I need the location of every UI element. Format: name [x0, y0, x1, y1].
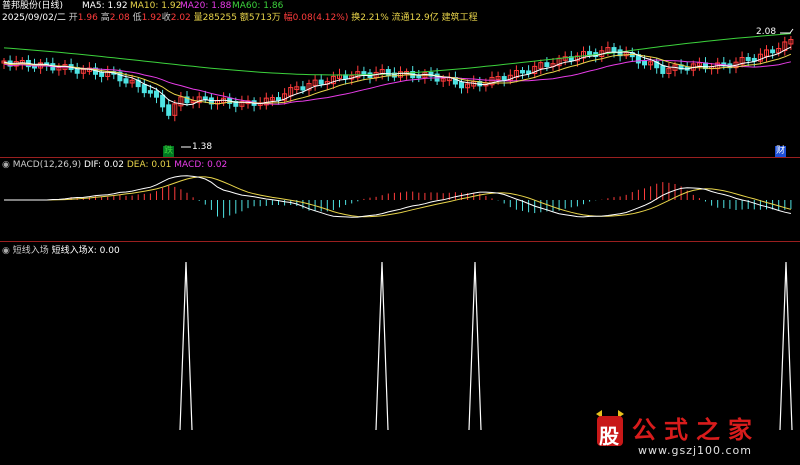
quote-date: 2025/09/02/二	[2, 13, 66, 23]
dif-readout: DIF: 0.02	[83, 160, 124, 170]
macd-readout: MACD: 0.02	[174, 160, 228, 170]
signal-header: ◉ 短线入场 短线入场X: 0.00	[2, 246, 120, 257]
chart-stage	[0, 28, 800, 431]
watermark-url: www.gszj100.com	[638, 444, 753, 457]
high-arrow	[780, 28, 794, 34]
amount-value: 额5713万	[239, 13, 281, 23]
candle-body	[141, 84, 147, 94]
candle-body	[154, 90, 159, 98]
candlestick-series	[1, 35, 794, 122]
candle-body	[147, 90, 153, 94]
ma60-readout: MA60: 1.86	[232, 1, 284, 11]
buy-tag: 跌	[163, 146, 175, 157]
dif-line	[4, 175, 792, 218]
ma10-readout: MA10: 1.92	[130, 1, 182, 11]
candle-body	[99, 71, 105, 77]
candle-body	[300, 86, 306, 91]
high-price-label: 2.08	[756, 27, 777, 37]
open-value: 1.96	[77, 13, 98, 23]
low-label: 低	[132, 13, 142, 23]
candle-body	[459, 81, 464, 89]
high-label: 高	[100, 13, 110, 23]
cai-tag: 财	[775, 146, 787, 157]
candle-body	[745, 57, 751, 61]
watermark-text: 公式之家	[632, 416, 760, 444]
candle-body	[544, 62, 550, 68]
sector-value: 建筑工程	[441, 13, 478, 23]
volume-value: 量285255	[193, 13, 238, 23]
candle-body	[520, 70, 525, 74]
candle-body	[166, 104, 172, 116]
candle-body	[660, 65, 666, 74]
macd-name: MACD(12,26,9)	[12, 160, 82, 170]
close-label: 收	[161, 13, 171, 23]
candle-body	[770, 49, 776, 54]
turnover-value: 换2.21%	[351, 13, 389, 23]
candle-body	[123, 78, 129, 84]
candle-body	[416, 75, 422, 79]
macd-histogram	[52, 182, 792, 218]
signal-name: 短线入场	[12, 246, 49, 256]
signal-readout: 短线入场X: 0.00	[51, 246, 120, 256]
open-label: 开	[68, 13, 78, 23]
macd-collapse-icon[interactable]: ◉	[2, 160, 10, 170]
close-value: 2.02	[170, 13, 191, 23]
candle-body	[611, 47, 617, 53]
high-value: 2.08	[109, 13, 130, 23]
ma5-readout: MA5: 1.92	[82, 1, 128, 11]
stock-title: 普邦股份(日线)	[2, 1, 64, 11]
candle-body	[318, 79, 324, 85]
change-value: 幅0.08(4.12%)	[283, 13, 349, 23]
dea-readout: DEA: 0.01	[126, 160, 172, 170]
candle-body	[526, 70, 532, 74]
candle-body	[587, 51, 593, 56]
candle-body	[276, 97, 281, 101]
watermark-logo-char: 股	[599, 424, 619, 448]
macd-header: ◉ MACD(12,26,9) DIF: 0.02 DEA: 0.01 MACD…	[2, 160, 227, 171]
candle-body	[642, 60, 647, 66]
candle-body	[160, 94, 166, 108]
dea-line	[4, 176, 792, 218]
quote-row: 2025/09/02/二 开1.96 高2.08 低1.92收2.02 量285…	[2, 13, 478, 24]
low-price-label: 1.38	[192, 142, 213, 152]
signal-collapse-icon[interactable]: ◉	[2, 246, 10, 256]
signal-spikes	[179, 261, 793, 431]
ma20-readout: MA20: 1.88	[180, 1, 232, 11]
watermark: 股 公式之家 www.gszj100.com	[592, 408, 772, 462]
float-cap-value: 流通12.9亿	[391, 13, 439, 23]
low-value: 1.92	[141, 13, 162, 23]
